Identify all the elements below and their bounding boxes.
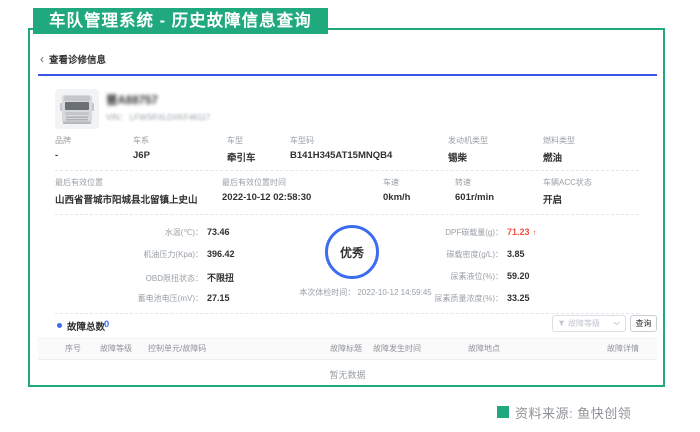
col-fault-title: 故障标题 [330, 339, 362, 359]
page-title: 车队管理系统 - 历史故障信息查询 [33, 8, 328, 34]
select-placeholder: 故障等级 [568, 318, 610, 329]
diagnostic-card: 晋A88757 VIN： LFWSRXLDXKF46117 品牌 - 车系 J6… [38, 74, 657, 385]
metric-soot-density: 碳载密度(g/L)： 3.85 [387, 249, 525, 260]
field-model: 车型 牵引车 [227, 136, 256, 164]
divider [55, 313, 639, 314]
vin-label: VIN： [106, 113, 127, 122]
col-fault-detail: 故障详情 [607, 339, 639, 359]
metric-battery-voltage: 蓄电池电压(mV)： 27.15 [85, 293, 230, 304]
metric-dpf-soot: DPF碳载量(g)： 71.23 ↑ [387, 227, 537, 238]
fault-total-label: 故障总数 [67, 319, 105, 333]
check-time-value: 2022-10-12 14:59:45 [357, 288, 431, 297]
vin-number: VIN： LFWSRXLDXKF46117 [106, 112, 210, 123]
filter-icon [558, 320, 565, 327]
back-icon[interactable]: ‹ [40, 54, 44, 64]
fault-table-header: 序号 故障等级 控制单元/故障码 故障标题 故障发生时间 故障地点 故障详情 [38, 338, 657, 360]
field-brand: 品牌 - [55, 136, 71, 161]
truck-front-icon [59, 93, 95, 125]
field-speed: 车速 0km/h [383, 178, 410, 203]
breadcrumb[interactable]: ‹ 查看诊修信息 [40, 52, 106, 66]
field-last-position: 最后有效位置 山西省晋城市阳城县北留镇上史山 [55, 178, 198, 206]
col-fault-location: 故障地点 [468, 339, 500, 359]
check-time-label: 本次体检时间： [299, 288, 355, 297]
field-last-position-time: 最后有效位置时间 2022-10-12 02:58:30 [222, 178, 311, 203]
query-button[interactable]: 查询 [630, 315, 657, 332]
fault-total-count: 0 [104, 319, 109, 330]
fault-level-select[interactable]: 故障等级 [552, 315, 626, 332]
field-fuel-type: 燃料类型 燃油 [543, 136, 575, 164]
col-fault-level: 故障等级 [100, 339, 132, 359]
field-model-code: 车型码 B141H345AT15MNQB4 [290, 136, 392, 161]
metric-urea-level: 尿素液位(%)： 59.20 [387, 271, 530, 282]
metric-water-temp: 水温(℃)： 73.46 [85, 227, 230, 238]
divider [55, 214, 639, 215]
section-bullet-icon [57, 323, 62, 328]
truck-image [55, 89, 99, 129]
rise-arrow-icon: ↑ [533, 228, 537, 237]
source-credit: 资料来源: 鱼快创领 [515, 403, 631, 422]
col-fault-time: 故障发生时间 [373, 339, 421, 359]
field-series: 车系 J6P [133, 136, 150, 161]
check-time: 本次体检时间： 2022-10-12 14:59:45 [278, 287, 453, 298]
breadcrumb-label: 查看诊修信息 [49, 52, 106, 66]
vin-value: LFWSRXLDXKF46117 [130, 113, 211, 122]
field-engine-type: 发动机类型 锡柴 [448, 136, 488, 164]
license-plate: 晋A88757 [106, 92, 158, 108]
divider [55, 170, 639, 171]
col-control-unit: 控制单元/故障码 [148, 339, 206, 359]
health-score-badge: 优秀 [325, 225, 379, 279]
chevron-down-icon [613, 321, 620, 326]
empty-state: 暂无数据 [38, 368, 657, 381]
footer-square-icon [497, 406, 509, 418]
field-rpm: 转速 601r/min [455, 178, 494, 203]
page: 车队管理系统 - 历史故障信息查询 ‹ 查看诊修信息 晋A88757 VIN： … [0, 0, 700, 432]
field-acc-status: 车辆ACC状态 开启 [543, 178, 592, 206]
metric-oil-pressure: 机油压力(Kpa)： 396.42 [85, 249, 235, 260]
col-index: 序号 [65, 339, 81, 359]
metric-obd-status: OBD限扭状态： 不限扭 [85, 271, 234, 284]
